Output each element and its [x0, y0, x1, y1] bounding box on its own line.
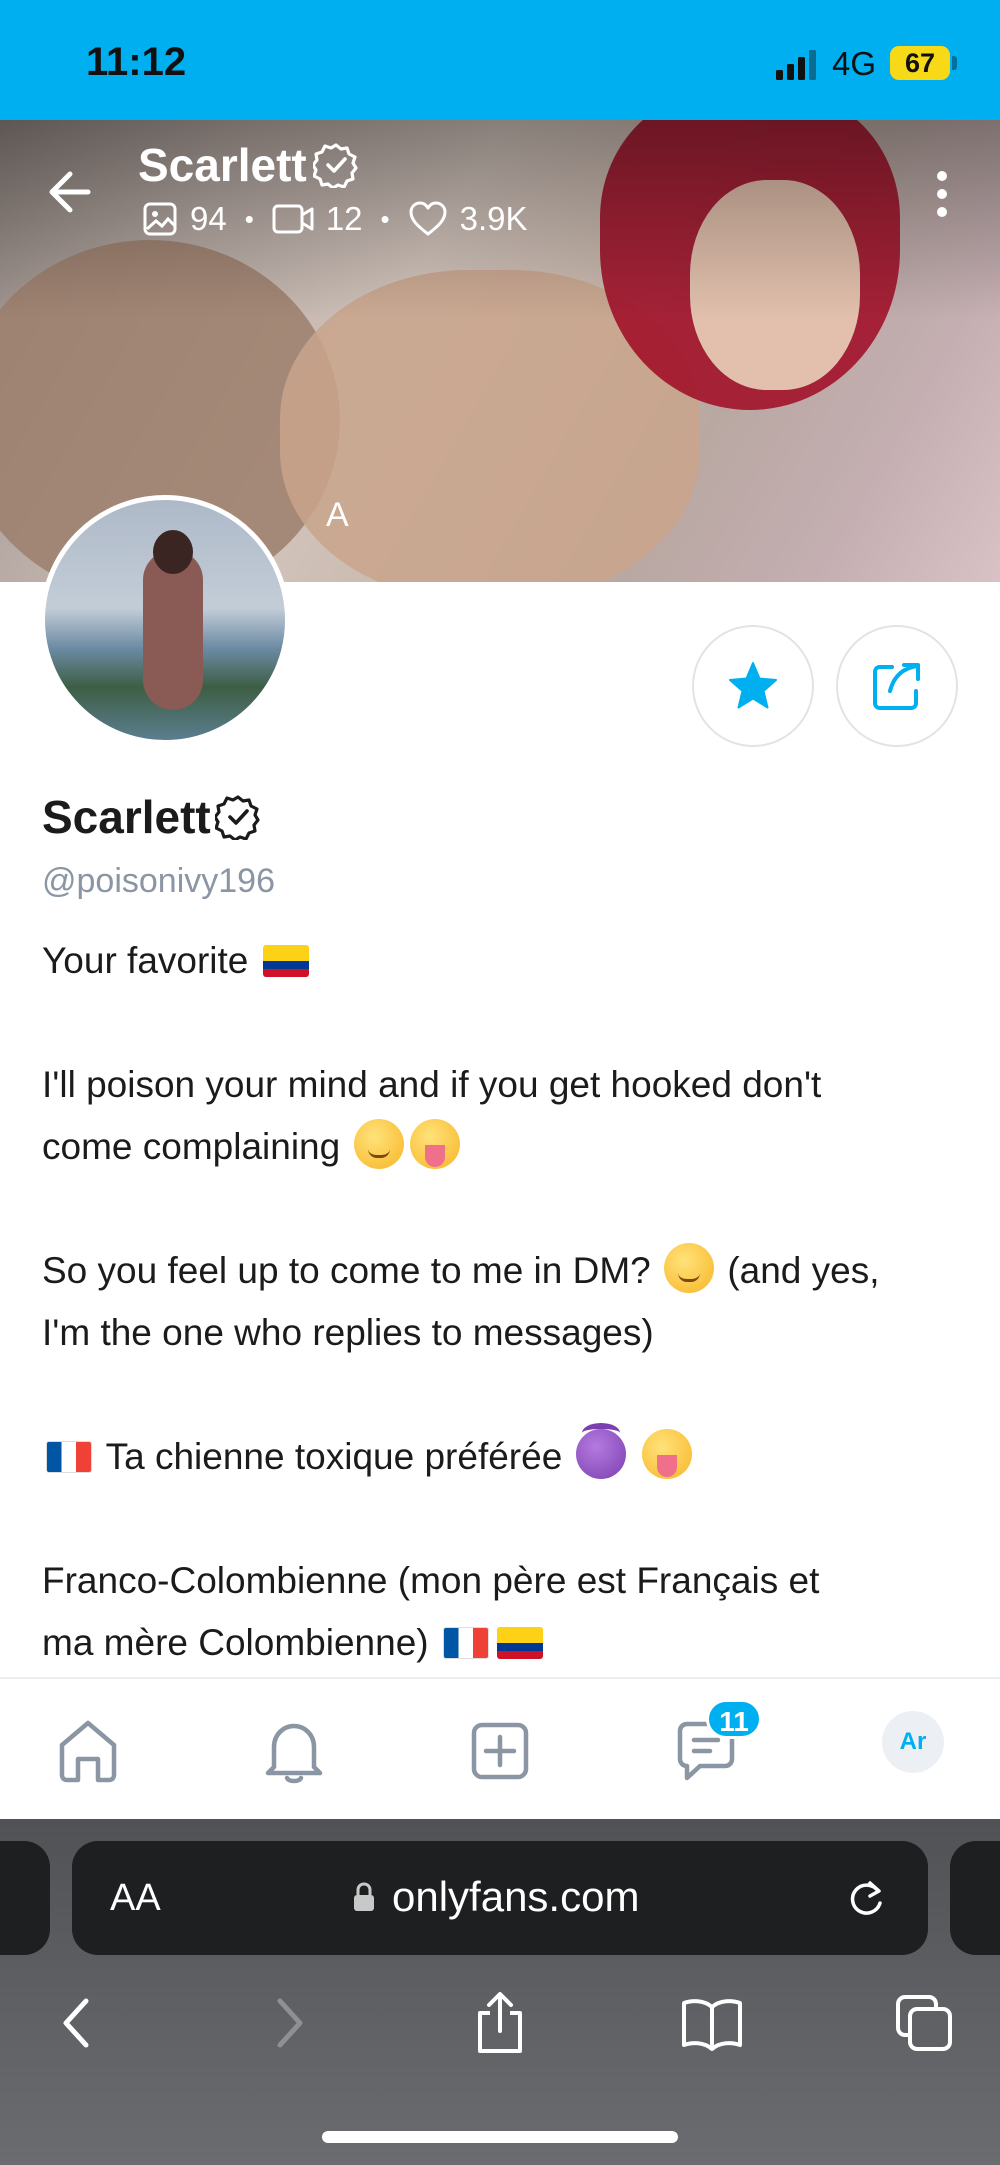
home-indicator: [322, 2131, 678, 2143]
photos-count: 94: [190, 200, 227, 237]
bio-spacer: [42, 992, 972, 1054]
book-icon: [682, 1999, 742, 2051]
likes-stat: 3.9K: [408, 200, 528, 238]
messages-badge: 11: [706, 1699, 762, 1739]
colombia-flag-icon: [496, 1627, 543, 1659]
chevron-left-icon: [63, 1998, 89, 2048]
signal-icon: [776, 50, 816, 80]
heart-icon: [409, 201, 447, 236]
reload-icon[interactable]: [844, 1877, 888, 1921]
home-icon: [59, 1720, 117, 1783]
browser-toolbar: AA onlyfans.com: [0, 1819, 1000, 2165]
tongue-face-icon: [641, 1429, 692, 1479]
profile-name: Scarlett: [42, 790, 261, 844]
bio-text: Your favorite: [42, 940, 249, 981]
yum-face-icon: [409, 1119, 460, 1169]
nav-add-post[interactable]: [464, 1715, 536, 1787]
verified-icon: [214, 795, 260, 840]
chevron-right-icon: [277, 1998, 303, 2048]
header-title: Scarlett: [138, 138, 359, 192]
previous-tab-peek[interactable]: [0, 1841, 50, 1955]
cover-watermark-letter: A: [326, 496, 349, 534]
battery-tip: [952, 56, 957, 70]
bio-spacer: [42, 1364, 972, 1426]
text-size-button[interactable]: AA: [110, 1877, 161, 1920]
lock-icon: [354, 1882, 374, 1911]
nav-profile-avatar[interactable]: Ar: [882, 1711, 944, 1773]
tabs-icon: [896, 1995, 952, 2051]
bio-text: (and yes,: [727, 1250, 880, 1291]
videos-stat: 12: [272, 200, 363, 238]
back-arrow-icon[interactable]: [40, 164, 96, 220]
header-name: Scarlett: [138, 139, 307, 191]
separator-dot: •: [380, 203, 390, 234]
colombia-flag-icon: [262, 945, 309, 977]
bio-spacer: [42, 1488, 972, 1550]
profile-avatar[interactable]: [40, 495, 290, 745]
next-tab-peek[interactable]: [950, 1841, 1000, 1955]
browser-share-button[interactable]: [468, 1991, 532, 2055]
france-flag-icon: [442, 1627, 489, 1659]
share-icon: [873, 663, 920, 710]
bio-line: Franco-Colombienne (mon père est Françai…: [42, 1550, 972, 1612]
share-upload-icon: [478, 1992, 522, 2053]
bio-text: I'll poison your mind and if you get hoo…: [42, 1064, 822, 1105]
bio-line: come complaining: [42, 1116, 972, 1178]
address-bar[interactable]: AA onlyfans.com: [72, 1841, 928, 1955]
bio-text: ma mère Colombienne): [42, 1622, 429, 1663]
bio-text: I'm the one who replies to messages): [42, 1312, 654, 1353]
share-button[interactable]: [836, 625, 958, 747]
url-text[interactable]: onlyfans.com: [392, 1873, 639, 1921]
france-flag-icon: [46, 1441, 92, 1473]
browser-forward-button[interactable]: [258, 1991, 322, 2055]
avatar-photo-shape: [143, 550, 203, 710]
bio-spacer: [42, 1178, 972, 1240]
status-bar: 11:12 4G 67: [0, 0, 1000, 120]
relieved-face-icon: [353, 1119, 404, 1169]
photos-stat: 94: [142, 200, 227, 238]
video-icon: [272, 204, 314, 234]
separator-dot: •: [244, 203, 254, 234]
battery-icon: 67: [890, 46, 950, 80]
smiling-devil-icon: [575, 1423, 626, 1479]
nav-notifications[interactable]: [258, 1715, 330, 1787]
header-stats: 94 • 12 • 3.9K: [142, 200, 528, 238]
profile-handle[interactable]: @poisonivy196: [42, 862, 275, 901]
browser-bookmarks-button[interactable]: [680, 1991, 744, 2055]
favorite-button[interactable]: [692, 625, 814, 747]
bio-line: I'll poison your mind and if you get hoo…: [42, 1054, 972, 1116]
verified-icon: [312, 143, 358, 188]
avatar-photo-shape: [153, 530, 193, 574]
profile-name-text: Scarlett: [42, 791, 211, 843]
browser-back-button[interactable]: [44, 1991, 108, 2055]
bio-text: So you feel up to come to me in DM?: [42, 1250, 651, 1291]
add-square-icon: [471, 1722, 529, 1780]
bio-line: So you feel up to come to me in DM? (and…: [42, 1240, 972, 1302]
more-options-icon[interactable]: [930, 168, 954, 220]
network-label: 4G: [832, 45, 877, 82]
videos-count: 12: [325, 200, 363, 237]
bio-line: Your favorite: [42, 930, 972, 992]
hand-over-mouth-icon: [664, 1243, 715, 1293]
browser-tabs-button[interactable]: [892, 1991, 956, 2055]
bell-icon: [265, 1723, 323, 1784]
likes-count: 3.9K: [459, 200, 528, 237]
bio-text: Franco-Colombienne (mon père est Françai…: [42, 1560, 820, 1601]
bio-line: ma mère Colombienne): [42, 1612, 972, 1674]
star-icon: [729, 662, 777, 709]
image-icon: [143, 202, 177, 236]
bio-text: Ta chienne toxique préférée: [105, 1436, 563, 1477]
bottom-nav: 11 Ar: [0, 1677, 1000, 1819]
bio-line: Ta chienne toxique préférée: [42, 1423, 972, 1488]
bio-text: come complaining: [42, 1126, 341, 1167]
nav-home[interactable]: [52, 1715, 124, 1787]
bio-line: I'm the one who replies to messages): [42, 1302, 972, 1364]
status-time: 11:12: [86, 40, 187, 84]
profile-bio: Your favorite I'll poison your mind and …: [42, 930, 972, 1674]
